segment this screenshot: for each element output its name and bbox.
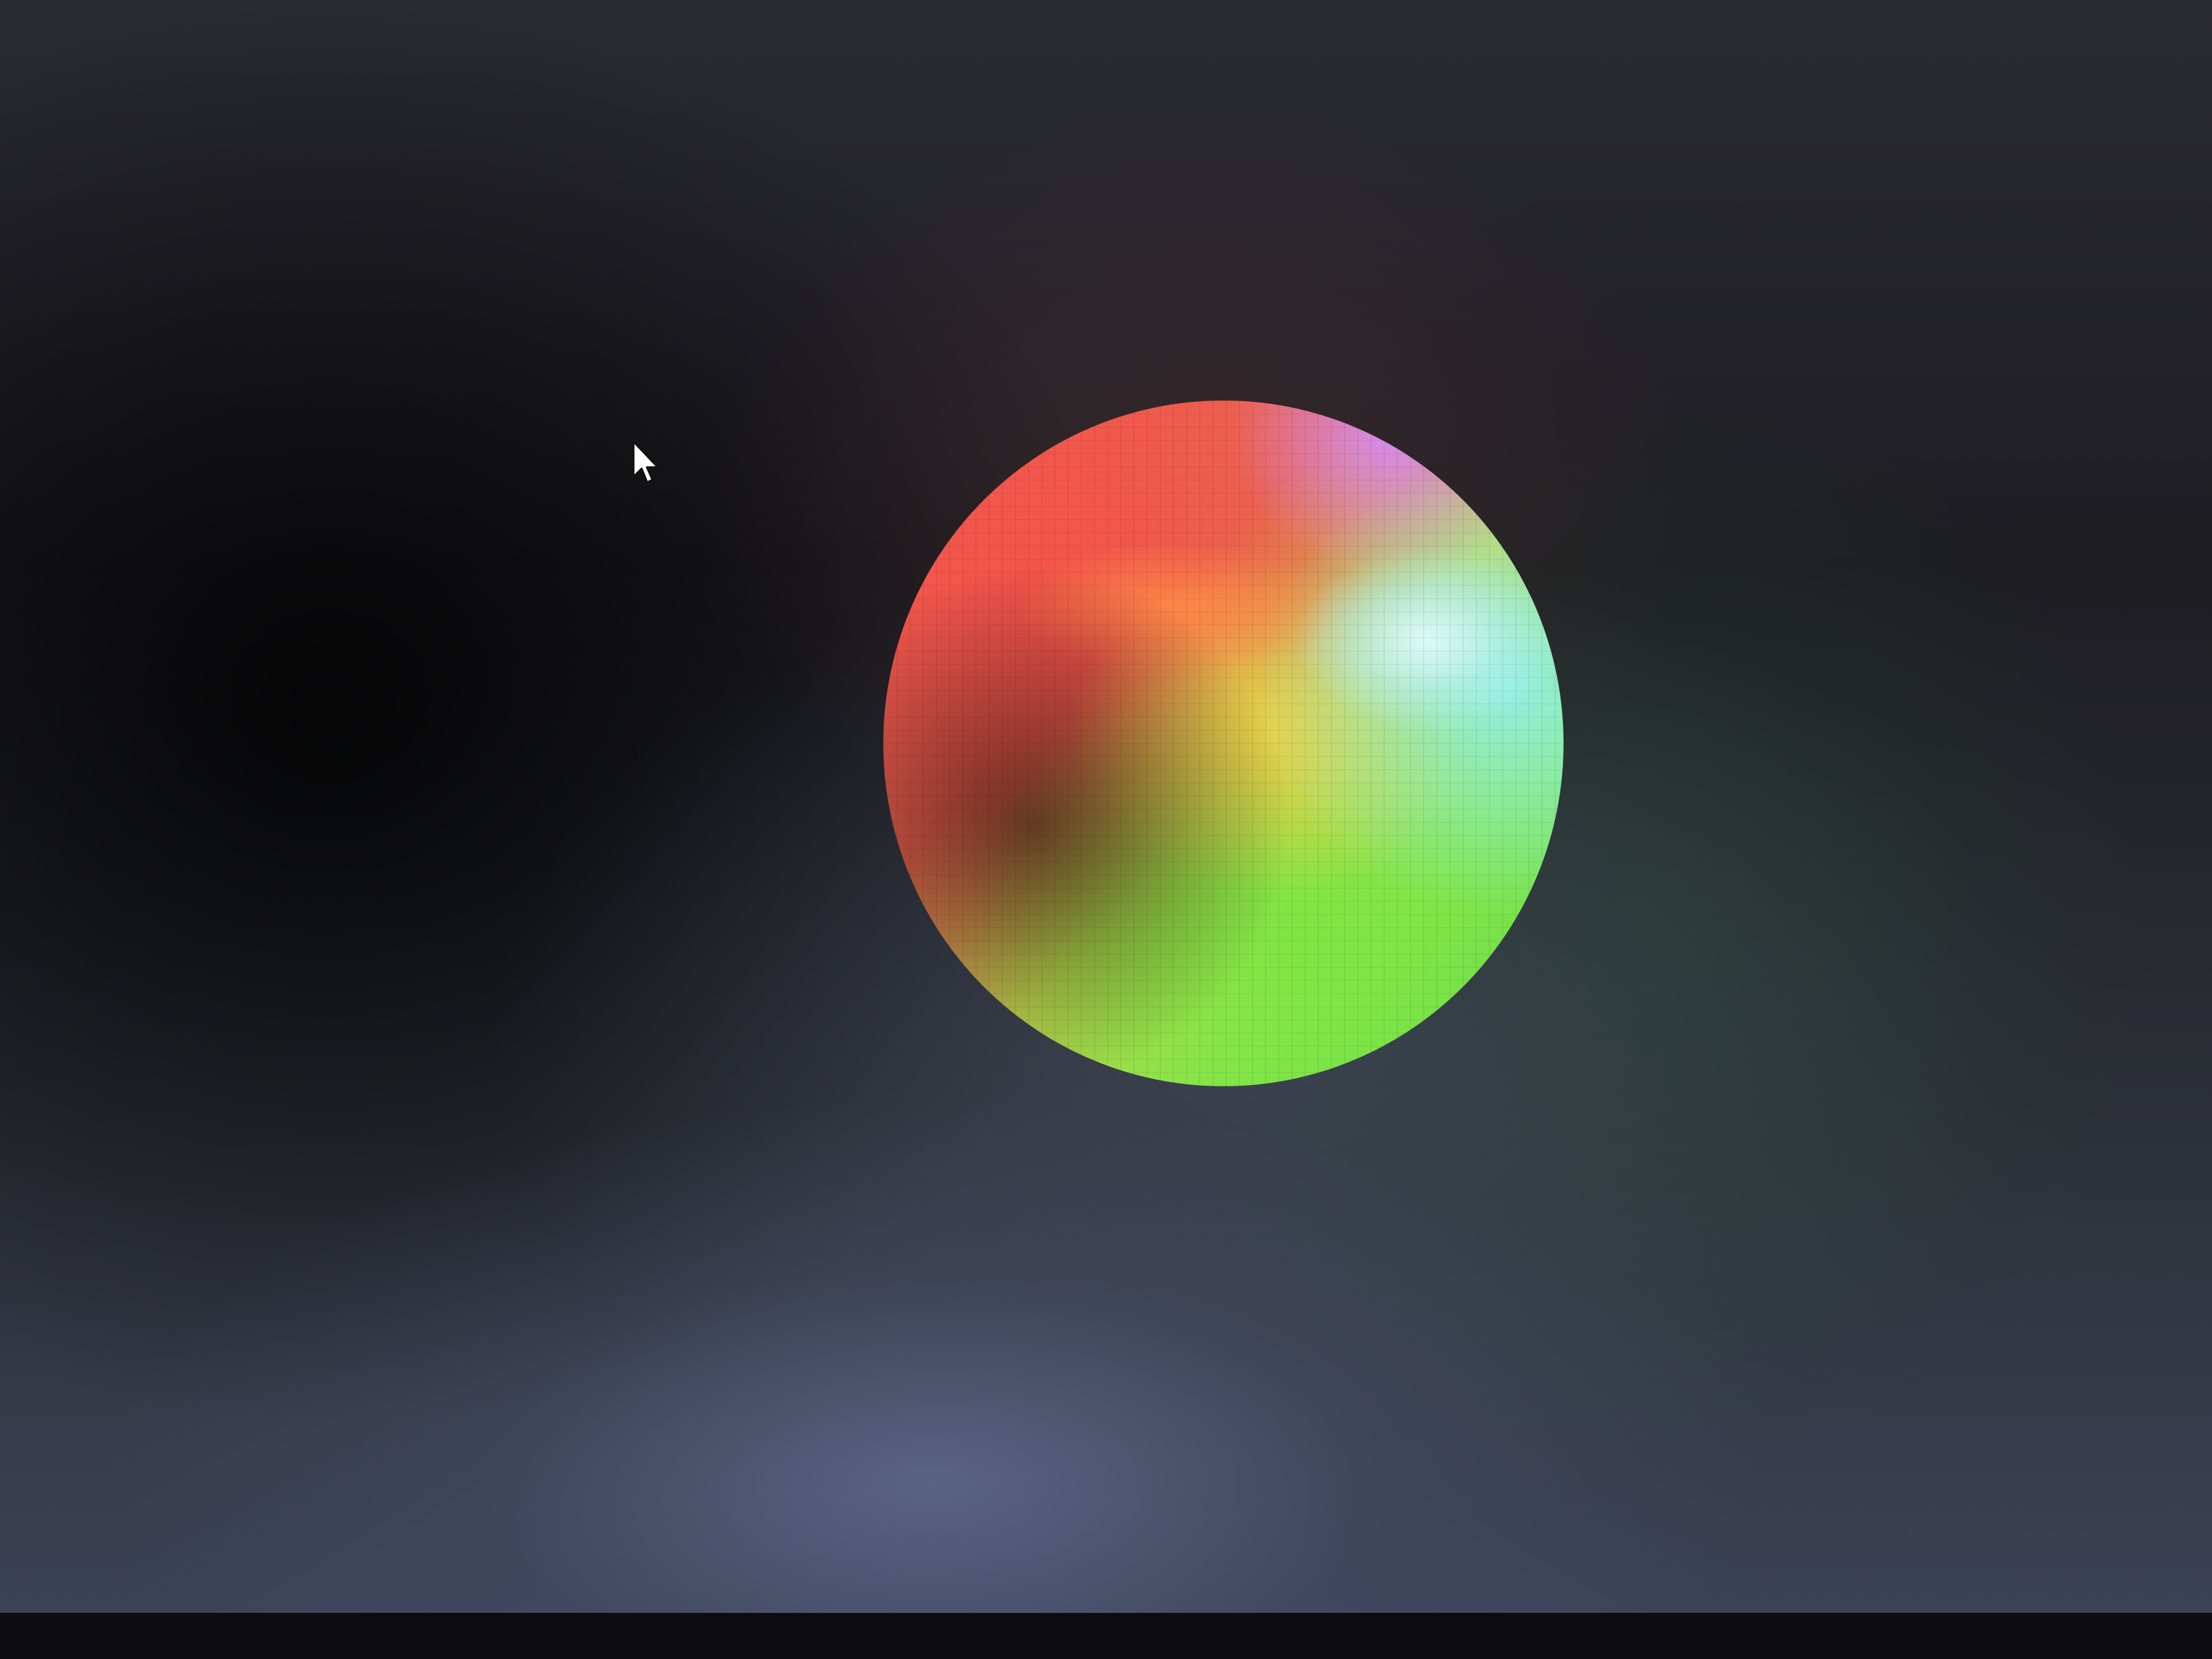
3d-render-viewport[interactable] [0,0,2212,1613]
shaded-sphere [883,400,1564,1086]
mouse-pointer-icon [632,440,659,484]
monitor-screen [0,0,2212,1613]
monitor-bezel [0,1613,2212,1659]
